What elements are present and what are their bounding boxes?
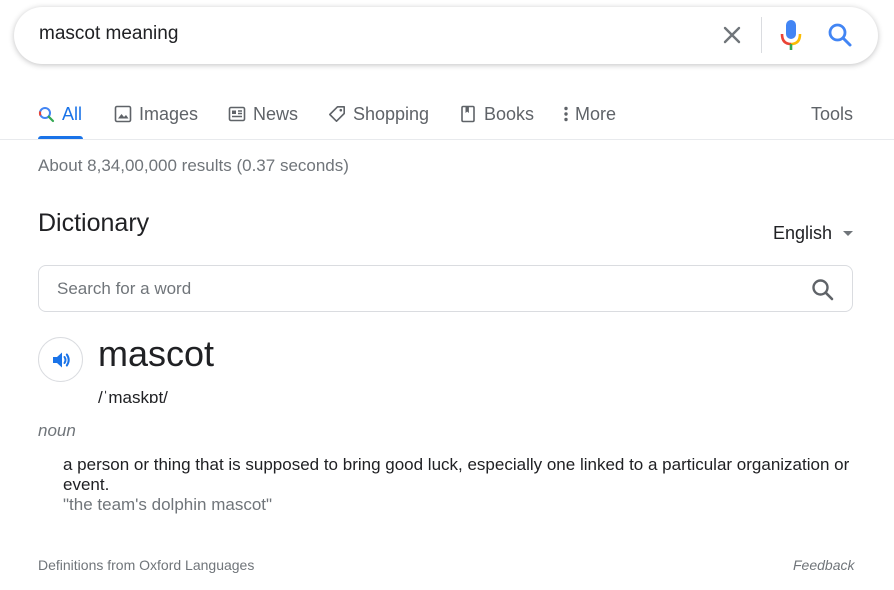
more-vert-icon [564,106,568,122]
tools-button[interactable]: Tools [811,102,853,126]
tab-images[interactable]: Images [114,102,198,126]
tab-news[interactable]: News [228,102,298,126]
search-icon [812,279,834,301]
search-tabs: All Images News Shopping Books More Tool… [0,90,894,140]
pronunciation-button[interactable] [38,337,83,382]
book-icon [461,105,475,123]
headword: mascot [98,333,215,374]
tab-label: Shopping [353,103,430,124]
search-button[interactable] [825,20,855,50]
tag-icon [329,106,345,122]
tab-all[interactable]: All [38,102,82,126]
newspaper-icon [228,106,246,122]
example-sentence: "the team's dolphin mascot" [63,495,273,514]
word-search-box[interactable] [38,265,853,312]
word-search-button[interactable] [810,277,836,303]
close-icon [723,26,741,44]
search-query-text[interactable]: mascot meaning [39,23,178,45]
search-icon [38,106,55,122]
feedback-link[interactable]: Feedback [793,557,854,573]
tab-label: More [575,103,617,124]
tab-books[interactable]: Books [459,102,534,126]
language-label: English [773,223,833,243]
image-icon [114,105,132,123]
voice-search-button[interactable] [778,18,804,52]
searchbox-divider [761,17,762,53]
microphone-icon [780,20,802,50]
tab-label: Books [484,103,535,124]
tab-more[interactable]: More [561,102,616,126]
dictionary-source: Definitions from Oxford Languages [38,557,255,573]
phonetic-spelling: /ˈmaskɒt/ [98,388,168,407]
speaker-icon [52,352,70,367]
tab-shopping[interactable]: Shopping [328,102,429,126]
search-box[interactable]: mascot meaning [14,7,878,64]
result-stats: About 8,34,00,000 results (0.37 seconds) [38,156,349,175]
part-of-speech: noun [38,421,76,440]
tab-label: Images [139,103,199,124]
search-icon [828,23,852,47]
language-select[interactable]: English [773,223,854,244]
tabs-divider [0,139,894,140]
dictionary-heading: Dictionary [38,209,150,237]
clear-search-button[interactable] [717,20,747,50]
tab-label: News [253,103,299,124]
word-search-input[interactable] [57,277,757,301]
tools-label: Tools [811,103,854,124]
caret-down-icon [843,231,854,236]
tab-label: All [62,103,83,124]
definition-text: a person or thing that is supposed to br… [63,455,850,494]
